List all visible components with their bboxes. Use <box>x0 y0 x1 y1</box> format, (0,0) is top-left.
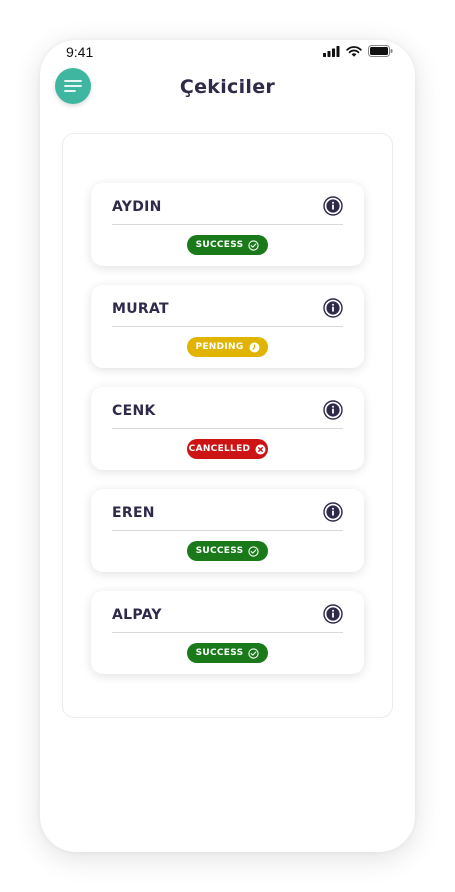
status-icons <box>323 45 393 57</box>
check-circle-icon <box>248 239 260 251</box>
driver-card[interactable]: AYDIN SUCCESS <box>91 183 364 266</box>
status-label: SUCCESS <box>195 648 244 658</box>
check-circle-icon <box>248 647 260 659</box>
info-icon[interactable] <box>323 400 343 420</box>
status-time: 9:41 <box>66 44 94 60</box>
divider <box>112 530 343 531</box>
x-circle-icon <box>255 444 266 455</box>
driver-name: AYDIN <box>112 199 162 215</box>
driver-name: ALPAY <box>112 607 162 623</box>
driver-list: AYDIN SUCCESS MURAT PENDING CENK CANCELL… <box>91 183 364 693</box>
signal-icon <box>323 45 340 57</box>
status-badge: PENDING <box>187 337 268 357</box>
status-badge: SUCCESS <box>187 541 268 561</box>
status-label: SUCCESS <box>195 240 244 250</box>
status-label: CANCELLED <box>188 444 251 454</box>
phone-frame: 9:41 Çekiciler AYDIN SUCCESS MURAT PENDI… <box>40 40 415 852</box>
driver-card[interactable]: CENK CANCELLED <box>91 387 364 470</box>
list-container: AYDIN SUCCESS MURAT PENDING CENK CANCELL… <box>62 133 393 718</box>
driver-card[interactable]: MURAT PENDING <box>91 285 364 368</box>
driver-card[interactable]: ALPAY SUCCESS <box>91 591 364 674</box>
divider <box>112 632 343 633</box>
status-label: PENDING <box>195 342 244 352</box>
status-bar: 9:41 <box>40 40 415 64</box>
page-title: Çekiciler <box>179 76 276 98</box>
driver-name: MURAT <box>112 301 169 317</box>
status-badge: SUCCESS <box>187 235 268 255</box>
divider <box>112 428 343 429</box>
info-icon[interactable] <box>323 502 343 522</box>
info-icon[interactable] <box>323 196 343 216</box>
status-label: SUCCESS <box>195 546 244 556</box>
battery-icon <box>368 45 393 57</box>
check-circle-icon <box>248 545 260 557</box>
driver-name: CENK <box>112 403 156 419</box>
wifi-icon <box>346 45 362 57</box>
driver-name: EREN <box>112 505 155 521</box>
info-icon[interactable] <box>323 298 343 318</box>
divider <box>112 326 343 327</box>
driver-card[interactable]: EREN SUCCESS <box>91 489 364 572</box>
status-badge: CANCELLED <box>187 439 268 459</box>
clock-icon <box>249 342 260 353</box>
status-badge: SUCCESS <box>187 643 268 663</box>
divider <box>112 224 343 225</box>
info-icon[interactable] <box>323 604 343 624</box>
